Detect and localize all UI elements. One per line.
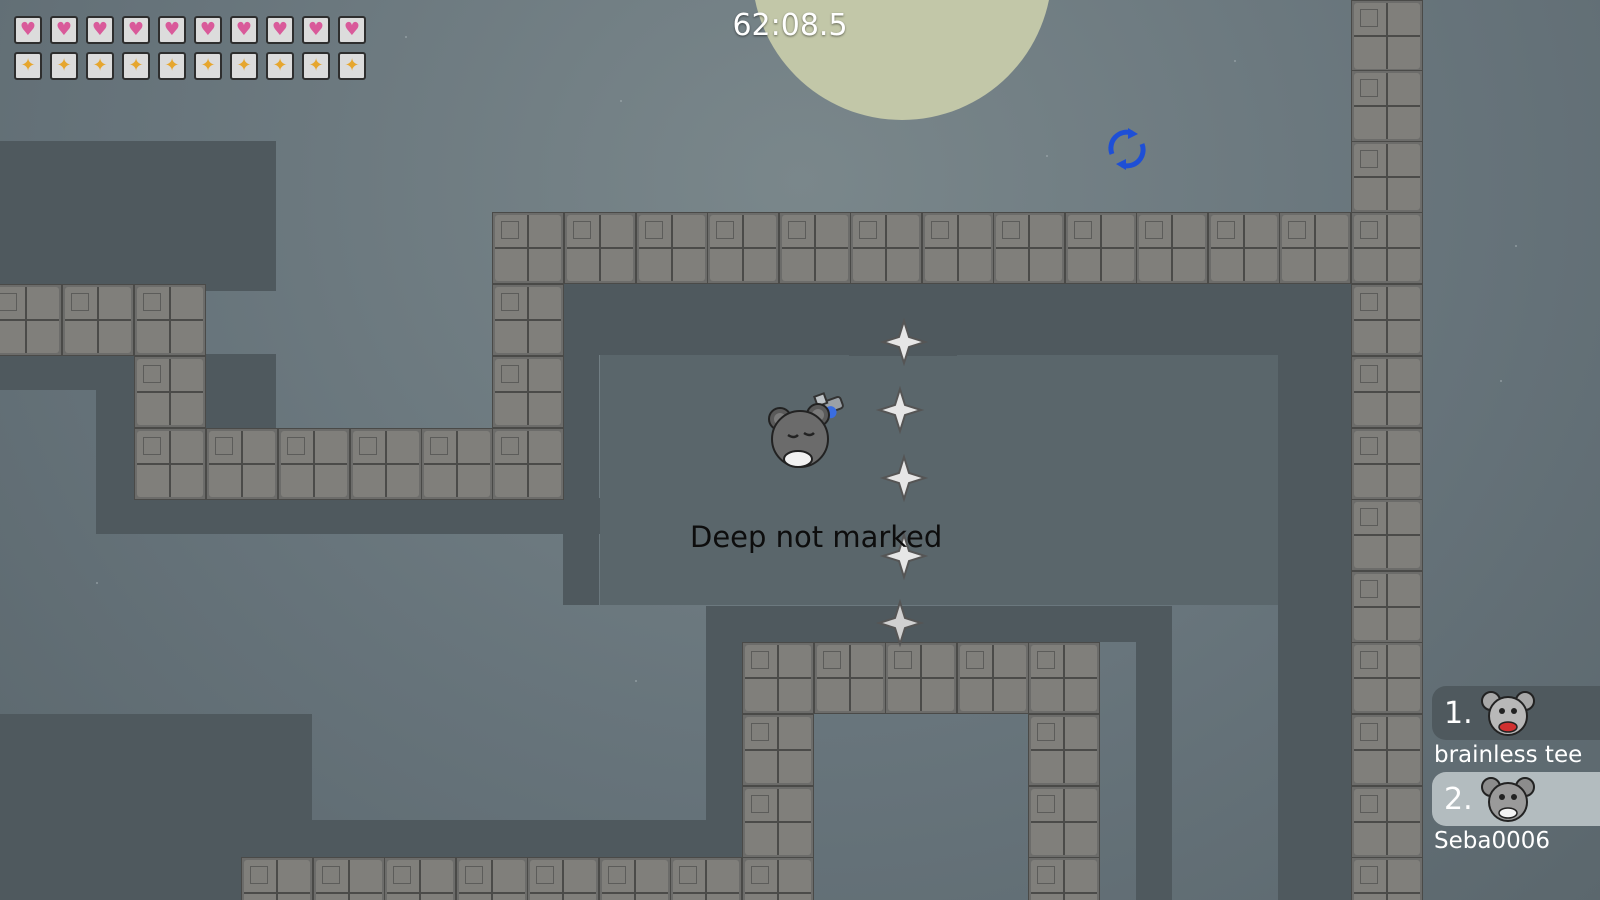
armor-icon: ✦ [230, 52, 258, 80]
armor-icon: ✦ [302, 52, 330, 80]
freeze-marker-icon [875, 385, 925, 435]
race-timer: 62:08.5 [732, 8, 848, 43]
rank: 2. [1444, 781, 1473, 817]
armor-icon: ✦ [194, 52, 222, 80]
tile-label: Deep not marked [690, 520, 943, 554]
player-name: brainless tee [1434, 742, 1583, 768]
scoreboard: 1. brainless tee 2. Seba0006 [1432, 686, 1600, 858]
game-view: Deep not marked ♥ ♥ ♥ ♥ ♥ ♥ ♥ ♥ ♥ ♥ ✦ ✦ … [0, 0, 1600, 900]
freeze-marker-icon [875, 598, 925, 648]
weapon-pickup-icon [1108, 128, 1146, 170]
armor-icon: ✦ [14, 52, 42, 80]
scoreboard-row: 1. [1432, 686, 1600, 740]
armor-icon: ✦ [50, 52, 78, 80]
player-tee [768, 392, 844, 468]
armor-icon: ✦ [338, 52, 366, 80]
mouse-skin-grey-icon [1480, 777, 1535, 822]
armor-icon: ✦ [86, 52, 114, 80]
player-name: Seba0006 [1434, 828, 1550, 854]
armor-icon: ✦ [122, 52, 150, 80]
scoreboard-row: 2. [1432, 772, 1600, 826]
freeze-marker-icon [879, 453, 929, 503]
armor-icon: ✦ [266, 52, 294, 80]
freeze-marker-icon [879, 317, 929, 367]
rank: 1. [1444, 695, 1473, 731]
mouse-skin-red-icon [1480, 691, 1535, 736]
armor-bar: ✦ ✦ ✦ ✦ ✦ ✦ ✦ ✦ ✦ ✦ [14, 52, 366, 80]
armor-icon: ✦ [158, 52, 186, 80]
